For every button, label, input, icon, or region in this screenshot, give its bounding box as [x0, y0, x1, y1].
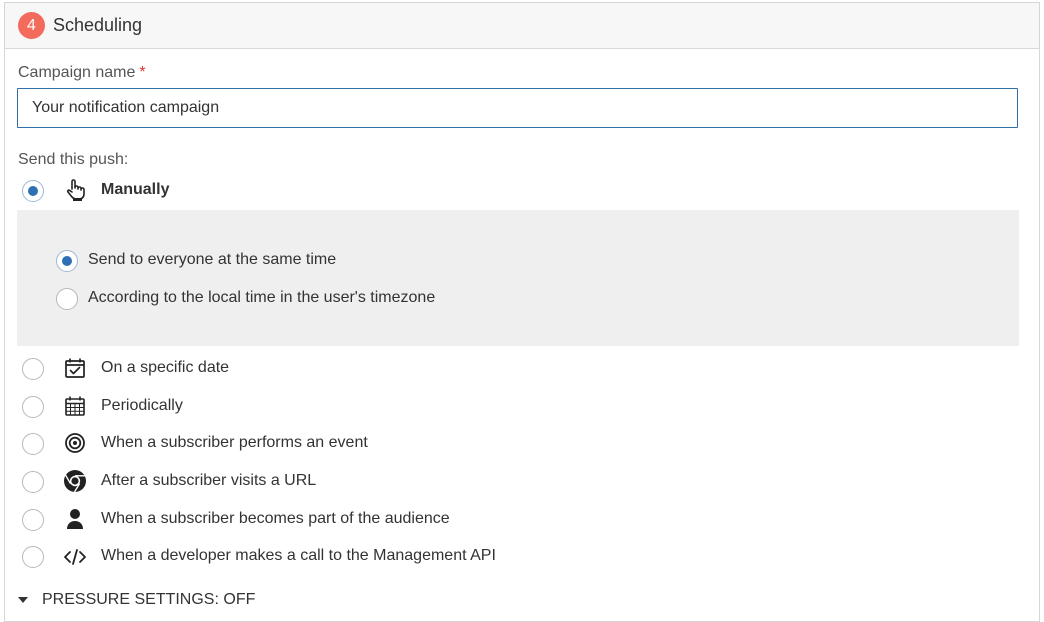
pressure-settings-toggle[interactable]: PRESSURE SETTINGS: OFF — [18, 591, 255, 609]
option-label-manually: Manually — [101, 181, 170, 198]
radio-event[interactable] — [22, 433, 44, 455]
radio-url[interactable] — [22, 471, 44, 493]
calendar-grid-icon — [63, 394, 87, 418]
radio-manually[interactable] — [22, 180, 44, 202]
option-label-event: When a subscriber performs an event — [101, 434, 368, 451]
chrome-icon — [63, 469, 87, 493]
campaign-name-input[interactable] — [17, 88, 1018, 128]
calendar-check-icon — [63, 356, 87, 380]
campaign-name-label: Campaign name * — [18, 64, 146, 82]
pressure-settings-label: PRESSURE SETTINGS: OFF — [42, 591, 256, 608]
radio-send-same-time[interactable] — [56, 250, 78, 272]
code-icon — [63, 545, 87, 569]
option-label-management-api: When a developer makes a call to the Man… — [101, 547, 496, 564]
radio-management-api[interactable] — [22, 546, 44, 568]
panel-title: Scheduling — [53, 15, 143, 35]
send-push-label: Send this push: — [18, 151, 129, 168]
radio-audience[interactable] — [22, 509, 44, 531]
campaign-name-label-text: Campaign name — [18, 64, 136, 81]
step-number-badge: 4 — [18, 12, 45, 39]
option-label-url: After a subscriber visits a URL — [101, 472, 317, 489]
suboption-label-local-time: According to the local time in the user'… — [88, 289, 436, 306]
hand-pointer-icon — [64, 178, 88, 202]
option-label-specific-date: On a specific date — [101, 359, 230, 376]
target-icon — [63, 431, 87, 455]
caret-down-icon — [18, 597, 28, 603]
option-label-periodically: Periodically — [101, 397, 183, 414]
suboption-label-same-time: Send to everyone at the same time — [88, 251, 337, 268]
radio-local-time[interactable] — [56, 288, 78, 310]
option-label-audience: When a subscriber becomes part of the au… — [101, 510, 450, 527]
manual-suboptions-panel — [17, 210, 1019, 346]
user-icon — [63, 507, 87, 531]
required-mark: * — [139, 64, 146, 81]
radio-specific-date[interactable] — [22, 358, 44, 380]
panel-header[interactable]: 4 Scheduling — [5, 3, 1039, 49]
radio-periodically[interactable] — [22, 396, 44, 418]
